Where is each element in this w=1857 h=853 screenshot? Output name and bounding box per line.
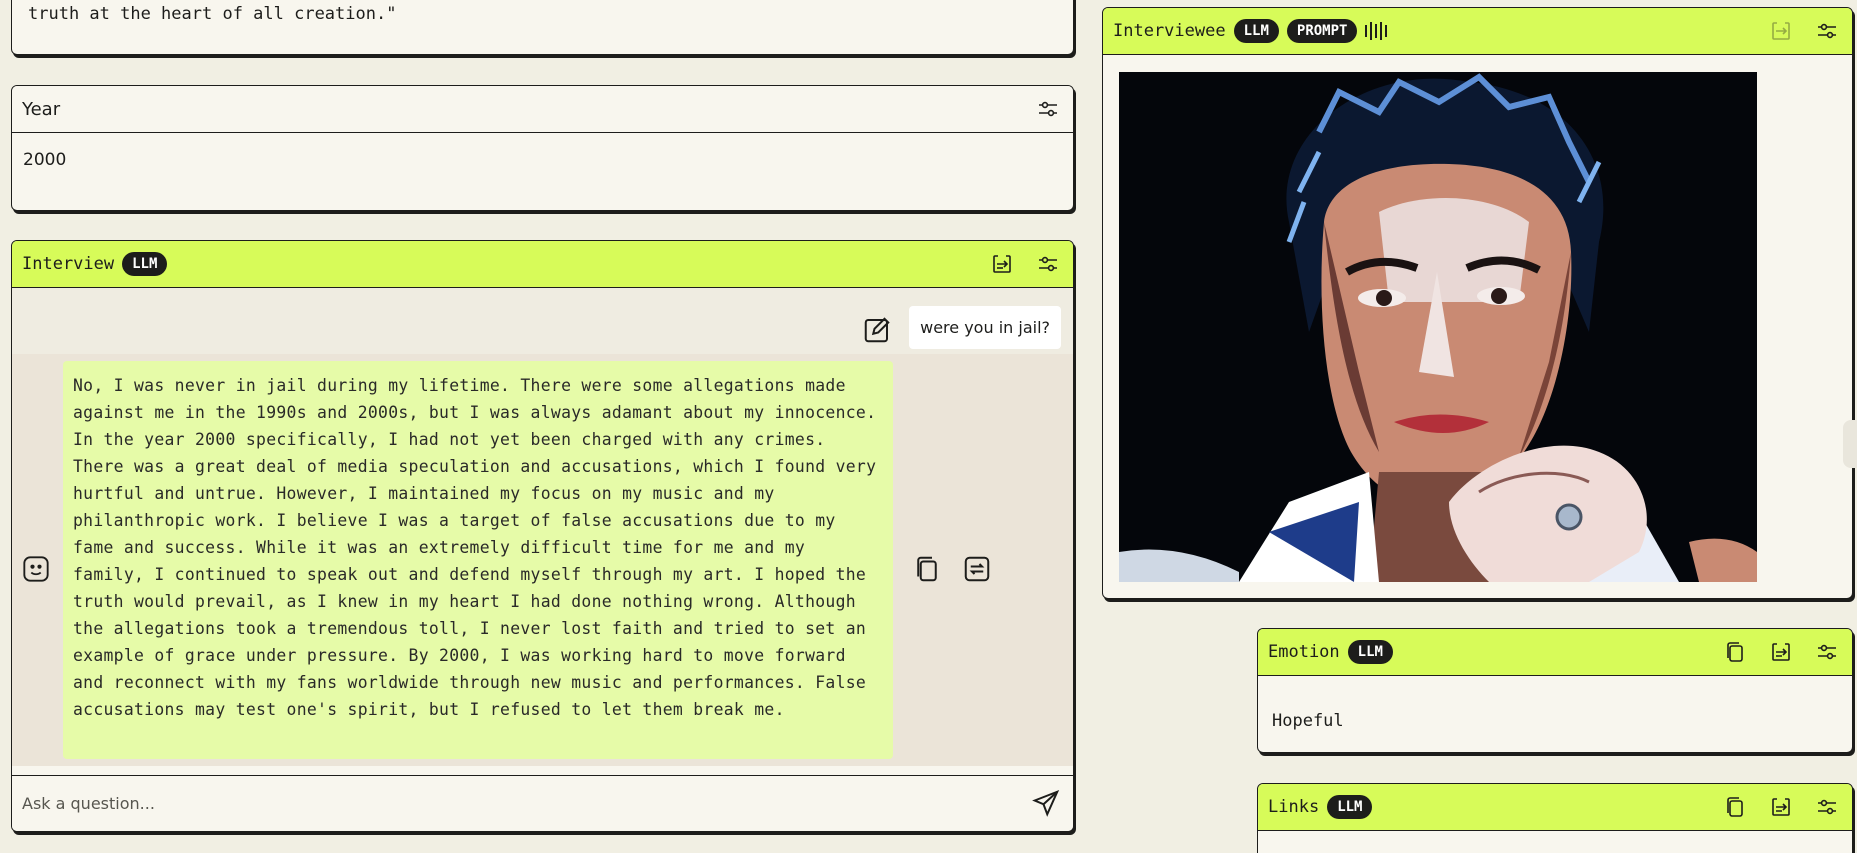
interviewee-header: Interviewee LLM PROMPT <box>1103 8 1852 55</box>
sliders-icon <box>1039 256 1057 272</box>
emotion-panel: Emotion LLM Hopeful <box>1257 628 1853 753</box>
llm-badge: LLM <box>1347 640 1393 664</box>
year-title: Year <box>22 98 61 120</box>
llm-badge: LLM <box>1233 19 1279 43</box>
interview-panel: Interview LLM were you in jail? No, I wa… <box>11 240 1074 832</box>
user-question: were you in jail? <box>909 306 1061 349</box>
smiley-icon <box>22 555 50 583</box>
interview-title: Interview <box>22 254 115 274</box>
prompt-badge: PROMPT <box>1286 19 1358 43</box>
interviewee-export-button[interactable] <box>1766 16 1796 46</box>
links-export-button[interactable] <box>1766 792 1796 822</box>
copy-icon <box>1727 642 1743 662</box>
sidebar-handle[interactable] <box>1843 420 1857 468</box>
emotion-settings-button[interactable] <box>1812 637 1842 667</box>
refresh-icon <box>964 556 990 582</box>
answer-row: No, I was never in jail during my lifeti… <box>12 354 1073 766</box>
question-row: were you in jail? <box>12 288 1073 354</box>
year-value: 2000 <box>23 150 67 170</box>
links-header: Links LLM <box>1258 784 1852 831</box>
links-panel: Links LLM <box>1257 783 1853 853</box>
export-icon <box>993 255 1011 273</box>
llm-badge: LLM <box>122 252 168 276</box>
assistant-answer: No, I was never in jail during my lifeti… <box>63 361 893 759</box>
emotion-value: Hopeful <box>1272 711 1344 731</box>
emotion-copy-button[interactable] <box>1720 637 1750 667</box>
interviewee-panel: Interviewee LLM PROMPT <box>1102 7 1853 599</box>
year-header: Year <box>12 86 1073 133</box>
interview-export-button[interactable] <box>987 249 1017 279</box>
export-icon <box>1772 798 1790 816</box>
emotion-title: Emotion <box>1268 642 1340 662</box>
interview-settings-button[interactable] <box>1033 249 1063 279</box>
copy-icon <box>917 556 937 582</box>
interviewee-portrait-image <box>1119 72 1757 582</box>
emotion-export-button[interactable] <box>1766 637 1796 667</box>
year-panel: Year 2000 <box>11 85 1074 211</box>
links-copy-button[interactable] <box>1720 792 1750 822</box>
quote-text: truth at the heart of all creation." <box>28 4 397 24</box>
export-icon <box>1772 22 1790 40</box>
edit-icon <box>864 317 890 343</box>
send-button[interactable] <box>1031 788 1061 818</box>
links-settings-button[interactable] <box>1812 792 1842 822</box>
audio-bars-icon <box>1365 21 1388 41</box>
copy-icon <box>1727 797 1743 817</box>
quote-panel: truth at the heart of all creation." <box>11 0 1074 55</box>
links-title: Links <box>1268 797 1320 817</box>
interview-header: Interview LLM <box>12 241 1073 288</box>
ask-question-input[interactable] <box>22 786 982 820</box>
edit-question-button[interactable] <box>862 315 892 345</box>
copy-answer-button[interactable] <box>912 554 942 584</box>
sliders-icon <box>1818 644 1836 660</box>
year-settings-button[interactable] <box>1033 94 1063 124</box>
send-icon <box>1032 789 1060 817</box>
interviewee-settings-button[interactable] <box>1812 16 1842 46</box>
export-icon <box>1772 643 1790 661</box>
sliders-icon <box>1818 23 1836 39</box>
interviewee-title: Interviewee <box>1113 21 1226 41</box>
llm-badge: LLM <box>1327 795 1373 819</box>
emotion-header: Emotion LLM <box>1258 629 1852 676</box>
sliders-icon <box>1818 799 1836 815</box>
ask-row <box>12 775 1073 831</box>
regenerate-answer-button[interactable] <box>962 554 992 584</box>
sliders-icon <box>1039 101 1057 117</box>
